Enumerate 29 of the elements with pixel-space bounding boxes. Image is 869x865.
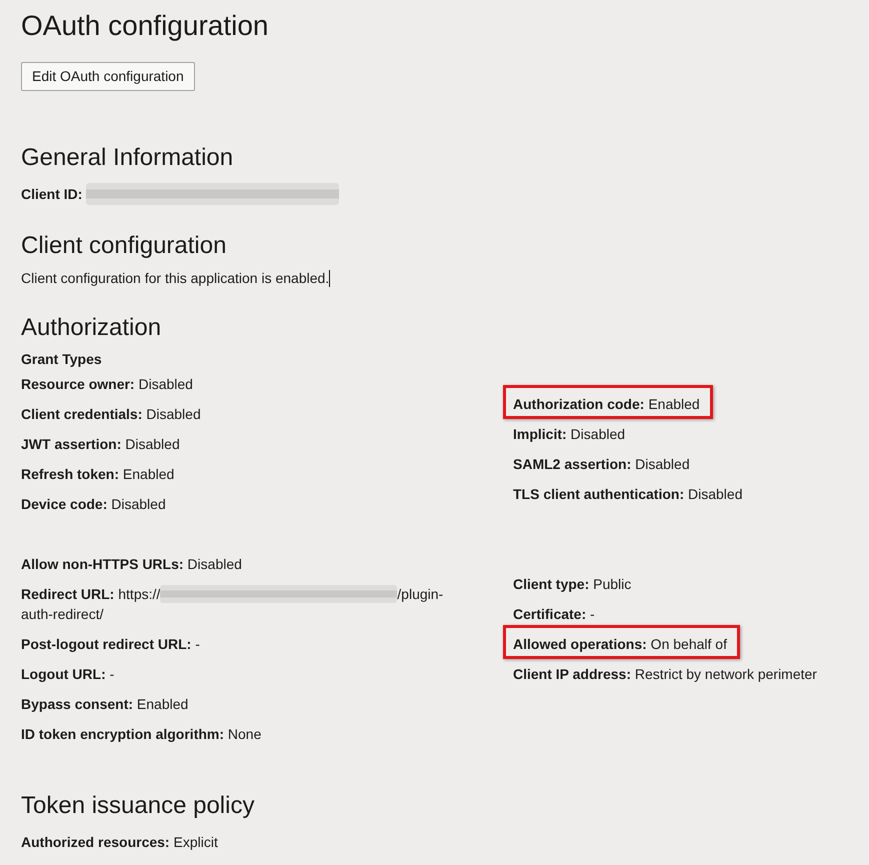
field-text: Client credentials: Disabled [21, 406, 201, 422]
field-text: Allowed operations: On behalf of [513, 636, 727, 652]
field-text: SAML2 assertion: Disabled [513, 456, 690, 472]
field-label: Client ID: [21, 186, 82, 202]
field-text: Redirect URL: https:// /plugin-auth-redirect/ [21, 586, 444, 622]
subsection-heading: Grant Types [21, 351, 103, 368]
field-text: Certificate: - [513, 606, 595, 622]
field-text: Device code: Disabled [21, 496, 166, 512]
field-text: Client IP address: Restrict by network perimeter [513, 666, 817, 682]
section-heading: Authorization [21, 313, 162, 342]
field-text: TLS client authentication: Disabled [513, 486, 742, 502]
field-text: Authorization code: Enabled [513, 396, 700, 412]
field-text: Implicit: Disabled [513, 426, 626, 442]
description-text: Client configuration for this application is enabled. [21, 270, 330, 286]
field-text: Client type: Public [513, 576, 632, 592]
field-text: JWT assertion: Disabled [21, 436, 180, 452]
section-heading: Token issuance policy [21, 791, 256, 820]
field-text: Authorized resources: Explicit [21, 834, 218, 850]
section-heading: Client configuration [21, 231, 228, 260]
field-text: Bypass consent: Enabled [21, 696, 188, 712]
section-heading: General Information [21, 143, 234, 172]
field-text: Post-logout redirect URL: - [21, 636, 200, 652]
edit-button[interactable]: Edit OAuth configuration [21, 62, 195, 91]
field-text: ID token encryption algorithm: None [21, 726, 262, 742]
field-text: Allow non-HTTPS URLs: Disabled [21, 556, 242, 572]
page-title: OAuth configuration [21, 9, 270, 43]
field-text: Resource owner: Disabled [21, 376, 193, 392]
field-text: Refresh token: Enabled [21, 466, 174, 482]
field-text: Logout URL: - [21, 666, 114, 682]
